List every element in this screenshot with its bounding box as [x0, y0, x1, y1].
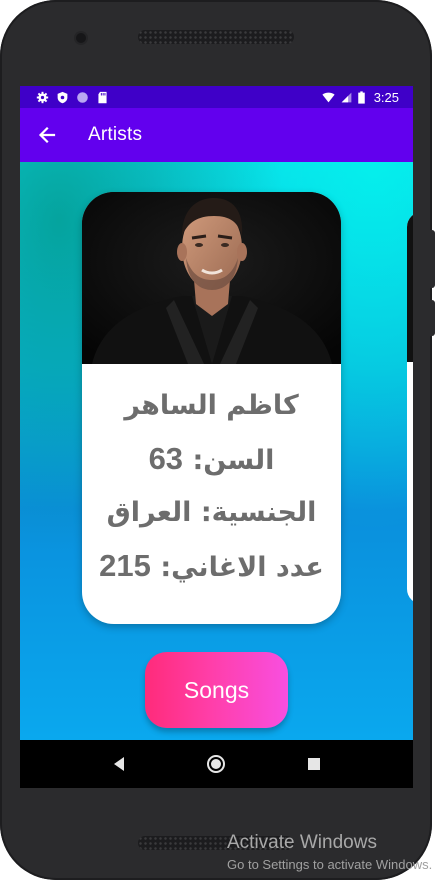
- status-bar: 3:25: [20, 86, 413, 108]
- artist-details: كاظم الساهر السن: 63 الجنسية: العراق عدد…: [82, 390, 341, 584]
- nav-recents-button[interactable]: [299, 749, 329, 779]
- arrow-left-icon: [38, 126, 56, 144]
- artist-portrait-image: [82, 192, 341, 364]
- age-value: 63: [148, 441, 184, 476]
- watermark-title: Activate Windows: [227, 832, 377, 853]
- triangle-back-icon: [113, 757, 124, 771]
- phone-screen: 3:25 Artists كاظم الساهر السن: 63 الجنسي…: [20, 86, 413, 788]
- page-title: Artists: [88, 124, 143, 145]
- songs-count-value: 215: [99, 548, 151, 583]
- app-bar: Artists: [20, 108, 413, 162]
- songs-button[interactable]: Songs: [145, 652, 288, 728]
- clock: 3:25: [373, 89, 399, 105]
- battery-icon: [357, 90, 365, 104]
- next-artist-card[interactable]: [407, 212, 413, 604]
- artist-photo: [82, 192, 341, 364]
- age-label: السن:: [192, 445, 275, 476]
- nationality-value: العراق: [106, 497, 192, 528]
- gear-icon: [36, 91, 49, 103]
- wifi-icon: [322, 92, 335, 102]
- nationality-label: الجنسية:: [200, 497, 317, 528]
- square-recents-icon: [308, 758, 321, 770]
- nav-home-button[interactable]: [201, 749, 231, 779]
- power-button[interactable]: [430, 300, 435, 336]
- volume-button[interactable]: [430, 230, 435, 288]
- shield-icon: [57, 91, 68, 103]
- circle-home-icon: [207, 755, 226, 773]
- circle-icon: [77, 91, 88, 103]
- artist-name: كاظم الساهر: [124, 390, 299, 421]
- artist-nationality: الجنسية: العراق: [82, 497, 341, 528]
- artist-card[interactable]: كاظم الساهر السن: 63 الجنسية: العراق عدد…: [82, 192, 341, 624]
- nav-back-button[interactable]: [104, 749, 134, 779]
- front-camera: [76, 33, 86, 43]
- phone-frame: 3:25 Artists كاظم الساهر السن: 63 الجنسي…: [0, 0, 435, 880]
- earpiece-speaker: [138, 30, 294, 44]
- signal-icon: [341, 92, 352, 102]
- next-artist-photo: [407, 212, 413, 362]
- artist-song-count: عدد الاغاني: 215: [82, 548, 341, 584]
- artist-age: السن: 63: [82, 441, 341, 477]
- songs-count-label: عدد الاغاني:: [160, 552, 324, 583]
- system-navigation-bar: [20, 740, 413, 788]
- artist-pager[interactable]: كاظم الساهر السن: 63 الجنسية: العراق عدد…: [20, 162, 413, 740]
- watermark-subtitle: Go to Settings to activate Windows.: [227, 857, 433, 872]
- sd-card-icon: [98, 91, 107, 103]
- windows-activation-watermark: Activate Windows Go to Settings to activ…: [227, 832, 437, 872]
- back-button[interactable]: [20, 108, 74, 162]
